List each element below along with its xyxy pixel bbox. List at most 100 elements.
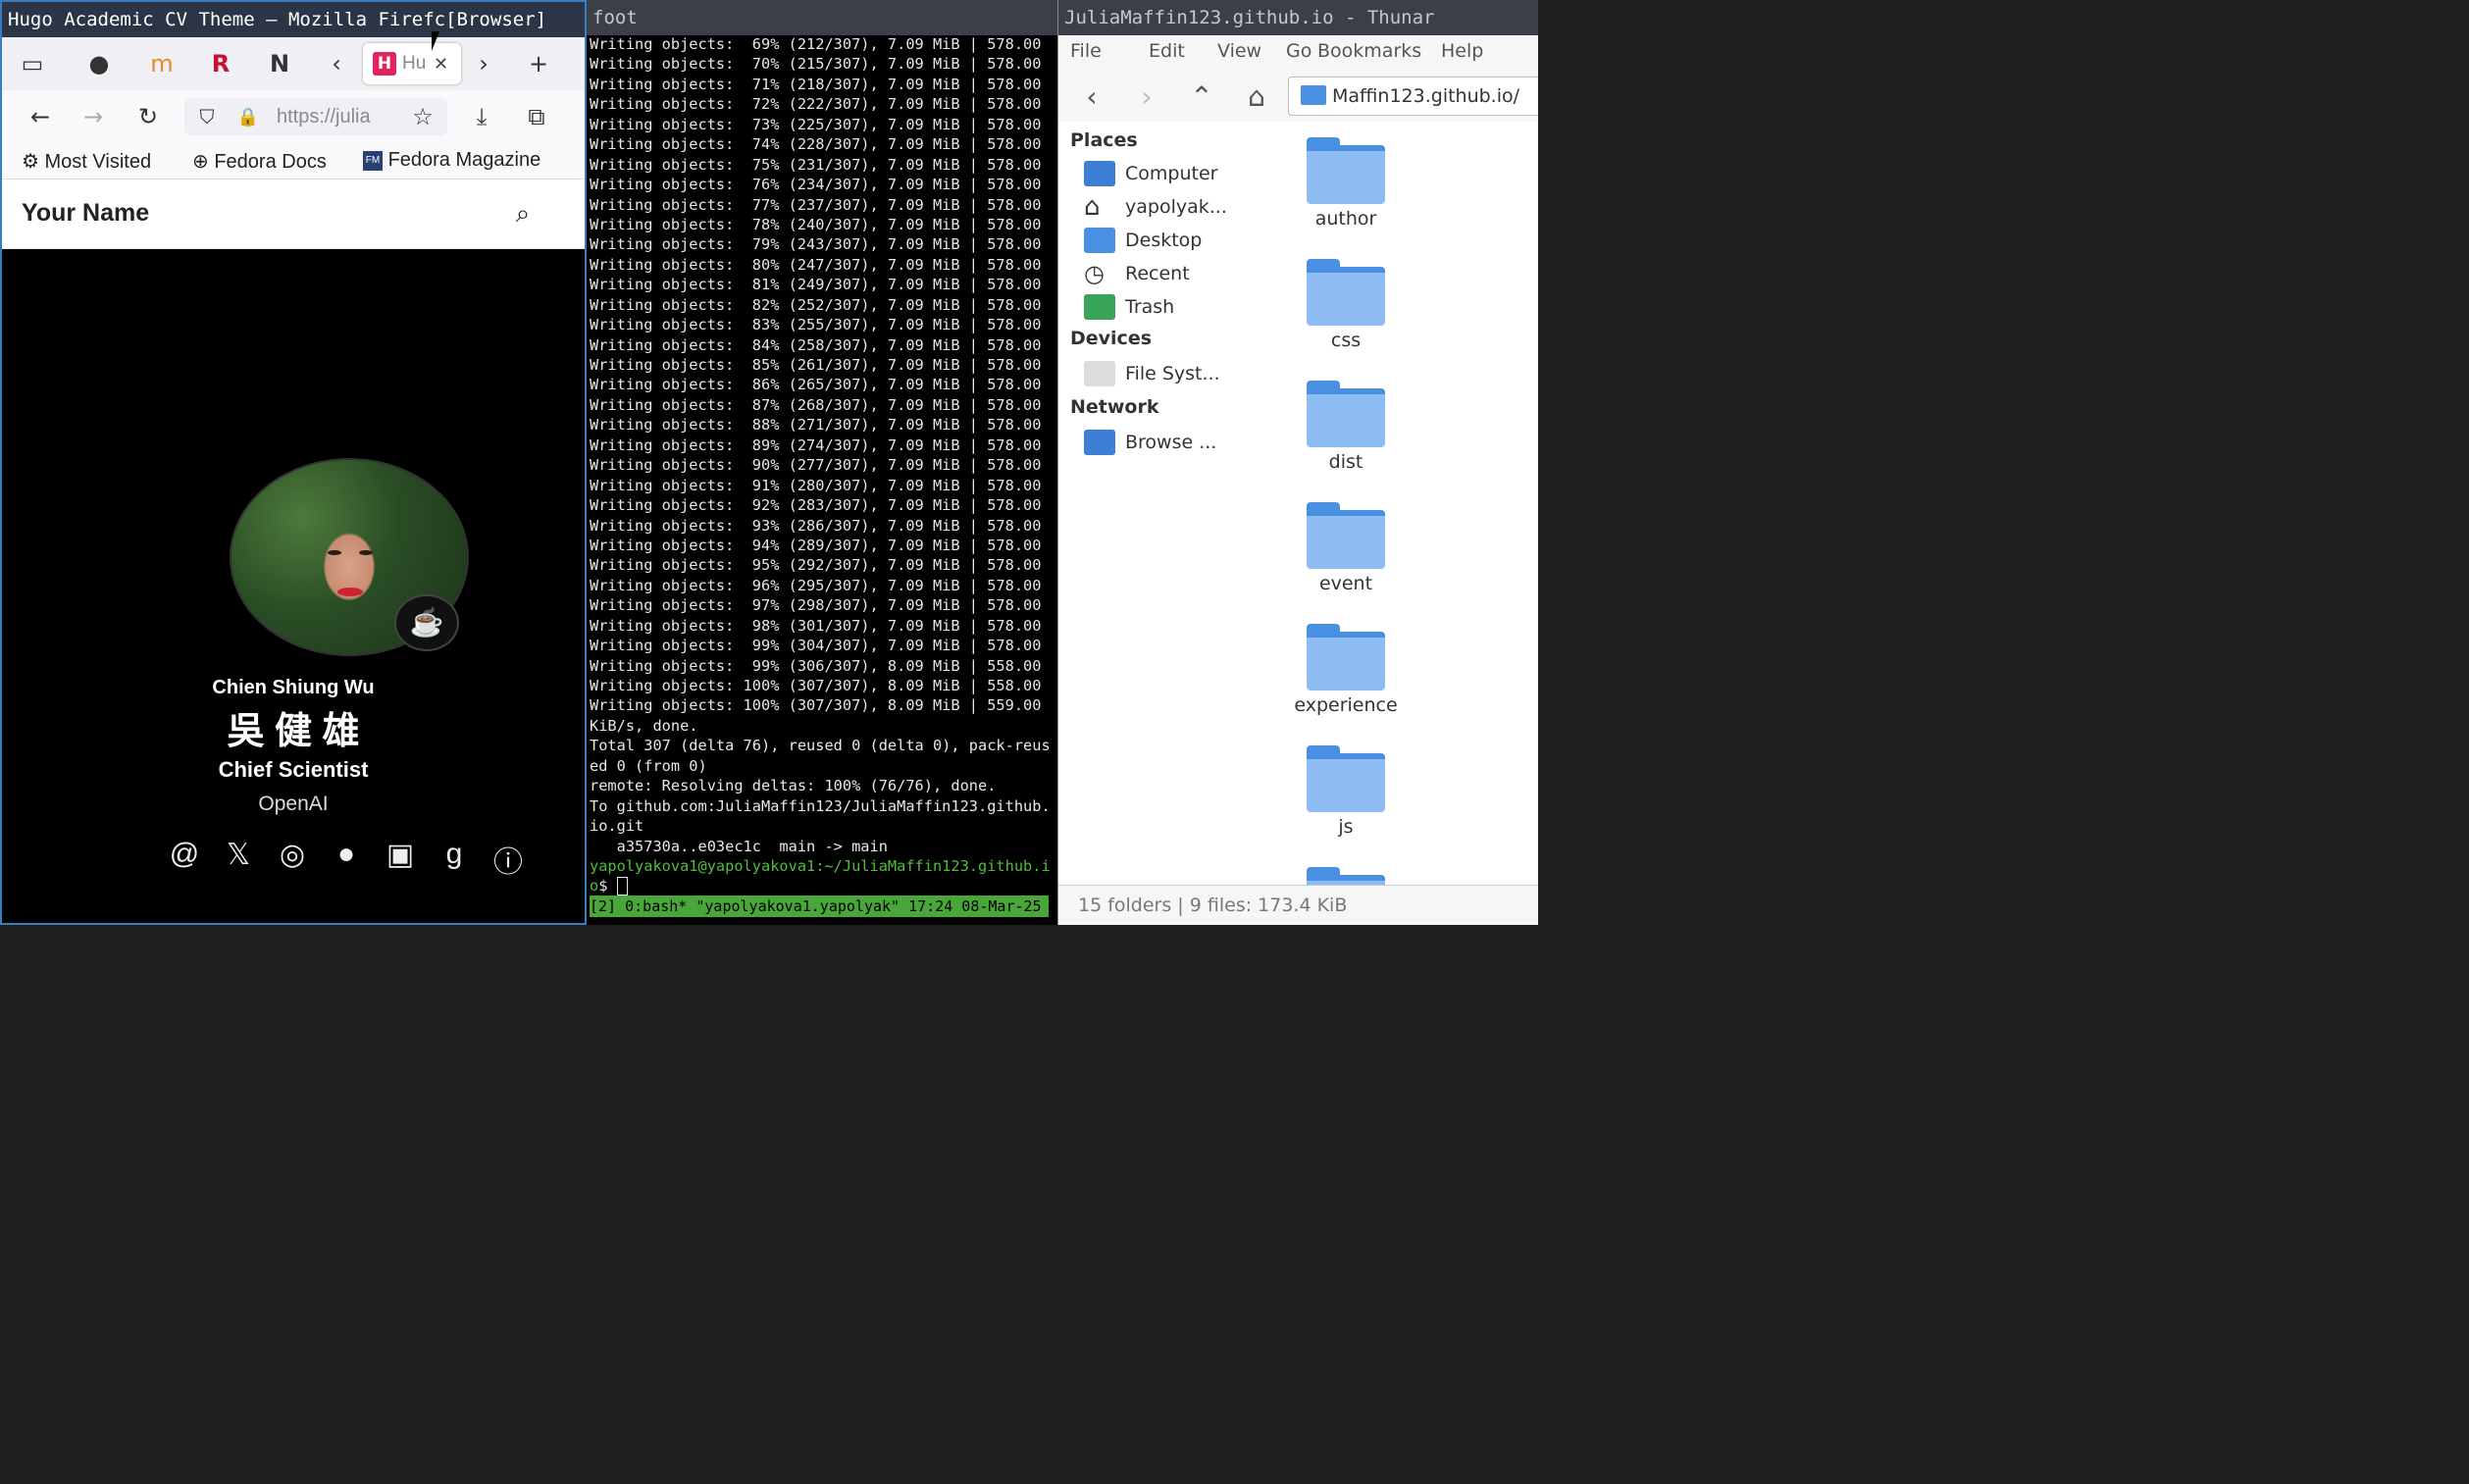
menu-bookmarks[interactable]: Bookmarks [1317, 40, 1421, 62]
terminal-window[interactable]: foot Writing objects: 69% (212/307), 7.0… [587, 0, 1057, 925]
instagram-icon[interactable]: ◎ [273, 838, 312, 881]
terminal-line: Writing objects: 88% (271/307), 7.09 MiB… [590, 416, 1042, 435]
terminal-output: Writing objects: 69% (212/307), 7.09 MiB… [590, 34, 1057, 896]
bookmark-star-icon[interactable]: ☆ [404, 98, 441, 135]
download-icon[interactable]: ⤓ [463, 98, 500, 135]
status-bar: 15 folders | 9 files: 173.4 KiB [1058, 885, 1538, 925]
extensions-icon[interactable]: ⧉ [518, 98, 555, 135]
sidebar-item-label: Recent [1125, 263, 1190, 284]
terminal-line: Writing objects: 99% (304/307), 7.09 MiB… [590, 637, 1042, 655]
shield-icon[interactable]: ⛉ [188, 98, 226, 135]
r-pinned-tab-icon[interactable]: R [202, 45, 239, 82]
email-icon[interactable]: @ [165, 838, 204, 881]
home-icon[interactable]: ⌂ [1237, 77, 1276, 116]
sidebar-item-label: Trash [1125, 296, 1175, 318]
folder-js[interactable]: js [1282, 745, 1410, 838]
terminal-line: Writing objects: 80% (247/307), 7.09 MiB… [590, 255, 1042, 274]
menu-file[interactable]: File [1070, 40, 1102, 62]
back-icon[interactable]: ← [22, 98, 59, 135]
menu-view[interactable]: View [1217, 40, 1261, 62]
terminal-line: Writing objects: 72% (222/307), 7.09 MiB… [590, 95, 1042, 114]
prompt-line[interactable]: o$ [590, 876, 1057, 896]
terminal-line: Writing objects: 76% (234/307), 7.09 MiB… [590, 176, 1042, 194]
forward-icon[interactable]: → [75, 98, 112, 135]
moodle-pinned-tab-icon[interactable]: m [143, 45, 180, 82]
tab-scroll-right-icon[interactable]: › [465, 45, 502, 82]
bookmark-label: Most Visited [44, 151, 152, 173]
folder-label: author [1314, 208, 1377, 230]
notion-pinned-tab-icon[interactable]: N [261, 45, 298, 82]
up-icon[interactable]: ⌃ [1182, 77, 1221, 116]
forward-icon[interactable]: › [1127, 77, 1166, 116]
sidebar-item-browse-network[interactable]: Browse ... [1084, 430, 1241, 455]
menu-help[interactable]: Help [1441, 40, 1483, 62]
clock-icon: ◷ [1084, 261, 1105, 286]
prompt-path: o [590, 877, 599, 896]
thunar-titlebar[interactable]: JuliaMaffin123.github.io - Thunar [1058, 0, 1538, 35]
bookmarks-toolbar: ⚙ Most Visited ⊕ Fedora Docs FM Fedora M… [2, 143, 585, 179]
terminal-line: Writing objects: 82% (252/307), 7.09 MiB… [590, 295, 1042, 314]
new-tab-icon[interactable]: + [520, 45, 557, 82]
url-bar[interactable]: ⛉ 🔒 https://julia ☆ [184, 98, 447, 135]
bookmark-fedora-magazine[interactable]: FM Fedora Magazine [363, 149, 540, 172]
firefox-titlebar[interactable]: Hugo Academic CV Theme — Mozilla Firefc[… [2, 2, 585, 37]
folder-icon [1307, 502, 1385, 569]
linkedin-icon[interactable]: ▣ [381, 838, 420, 881]
terminal-line: Writing objects: 100% (307/307), 8.09 Mi… [590, 696, 1042, 715]
network-header: Network [1070, 396, 1159, 418]
folder-experience[interactable]: experience [1282, 624, 1410, 716]
fedora-magazine-icon: FM [363, 150, 383, 171]
terminal-titlebar[interactable]: foot [587, 0, 1057, 35]
person-role: Chief Scientist [218, 757, 369, 782]
search-icon[interactable]: ⌕ [504, 195, 541, 232]
terminal-line: ed 0 (from 0) [590, 756, 707, 775]
back-icon[interactable]: ‹ [1072, 77, 1111, 116]
close-tab-icon[interactable]: ✕ [434, 54, 448, 75]
terminal-line: Writing objects: 78% (240/307), 7.09 MiB… [590, 215, 1042, 233]
profile-section: ☕ Chien Shiung Wu 吳 健 雄 Chief Scientist … [2, 249, 585, 923]
terminal-line: Writing objects: 71% (218/307), 7.09 MiB… [590, 75, 1042, 93]
x-twitter-icon[interactable]: 𝕏 [219, 838, 258, 881]
sidebar-item-computer[interactable]: Computer [1084, 161, 1241, 186]
person-org: OpenAI [258, 793, 329, 815]
site-title[interactable]: Your Name [22, 199, 149, 228]
firefox-view-icon[interactable]: ▭ [14, 45, 51, 82]
sidebar-item-filesystem[interactable]: File Syst... [1084, 361, 1241, 386]
terminal-line: Writing objects: 98% (301/307), 7.09 MiB… [590, 616, 1042, 635]
sidebar-item-home[interactable]: ⌂ yapolyak... [1084, 194, 1241, 220]
reload-icon[interactable]: ↻ [129, 98, 167, 135]
folder-dist[interactable]: dist [1282, 381, 1410, 473]
bookmark-fedora-docs[interactable]: ⊕ Fedora Docs [192, 149, 327, 174]
sidebar-item-trash[interactable]: Trash [1084, 294, 1241, 320]
orcid-icon[interactable]: ⓘ [489, 838, 528, 881]
cursor [616, 877, 628, 896]
home-icon: ⌂ [1084, 194, 1101, 220]
tab-scroll-left-icon[interactable]: ‹ [318, 45, 355, 82]
menu-edit[interactable]: Edit [1149, 40, 1185, 62]
folder-css[interactable]: css [1282, 259, 1410, 351]
terminal-line: a35730a..e03ec1c main -> main [590, 837, 888, 855]
sidebar-item-label: Desktop [1125, 230, 1203, 251]
terminal-line: Writing objects: 90% (277/307), 7.09 MiB… [590, 456, 1042, 475]
firefox-window: Hugo Academic CV Theme — Mozilla Firefc[… [0, 0, 587, 925]
github-pinned-tab-icon[interactable]: ● [80, 45, 118, 82]
terminal-line: Writing objects: 74% (228/307), 7.09 MiB… [590, 135, 1042, 154]
folder-icon [1301, 85, 1326, 105]
menu-go[interactable]: Go [1286, 40, 1312, 62]
location-text[interactable]: Maffin123.github.io/ [1332, 85, 1519, 107]
bookmark-most-visited[interactable]: ⚙ Most Visited [22, 149, 151, 174]
terminal-line: Writing objects: 100% (307/307), 8.09 Mi… [590, 677, 1042, 694]
thunar-menubar: File Edit View Go Bookmarks Help [1058, 35, 1538, 69]
google-scholar-icon[interactable]: g [435, 838, 474, 881]
terminal-line: Writing objects: 87% (268/307), 7.09 MiB… [590, 395, 1042, 414]
sidebar-item-desktop[interactable]: Desktop [1084, 228, 1241, 253]
lock-icon[interactable]: 🔒 [230, 98, 267, 135]
sidebar-item-recent[interactable]: ◷ Recent [1084, 261, 1241, 286]
terminal-line: Writing objects: 70% (215/307), 7.09 MiB… [590, 55, 1042, 74]
folder-author[interactable]: author [1282, 137, 1410, 230]
location-bar[interactable]: Maffin123.github.io/ [1288, 77, 1538, 116]
bookmark-label: Fedora Docs [214, 151, 327, 173]
url-text[interactable]: https://julia [277, 106, 398, 128]
folder-event[interactable]: event [1282, 502, 1410, 594]
github-icon[interactable]: ● [327, 838, 366, 881]
